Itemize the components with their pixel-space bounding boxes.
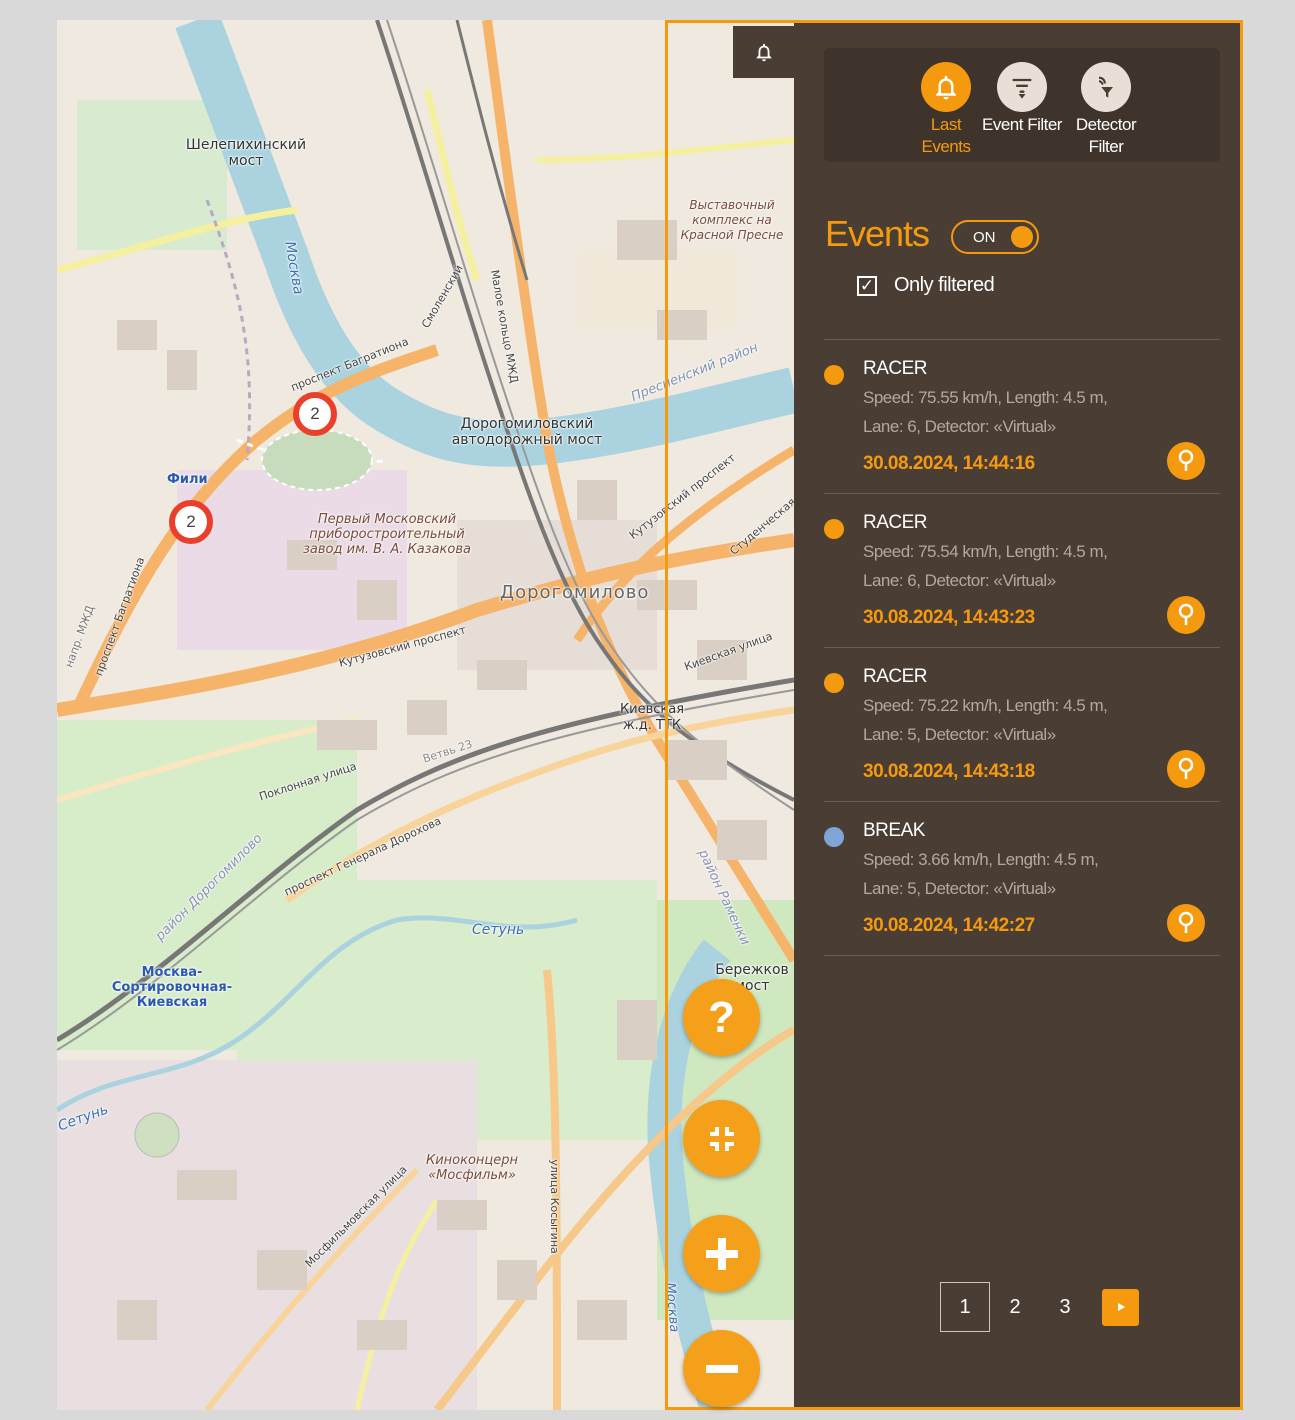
tab-detector-filter[interactable]: Detector Filter [1066,62,1146,158]
event-details: Lane: 6, Detector: «Virtual» [863,417,1056,436]
map-label: улица Косыгина [547,1159,561,1254]
map-label: Дорогомиловский автодорожный мост [451,416,603,448]
event-item[interactable]: RACER Speed: 75.55 km/h, Length: 4.5 m, … [824,340,1220,493]
map-pin-icon [1178,603,1194,625]
detector-filter-icon [1081,62,1131,112]
map-label: Выставочный комплекс на Красной Пресне [680,198,784,242]
next-page-button[interactable] [1102,1288,1139,1326]
locate-on-map-button[interactable] [1167,904,1205,942]
zoom-out-button[interactable] [683,1330,760,1407]
locate-on-map-button[interactable] [1167,442,1205,480]
event-type: RACER [863,666,928,687]
page-button[interactable]: 2 [990,1282,1040,1332]
event-details: Speed: 75.55 km/h, Length: 4.5 m, [863,388,1108,407]
filter-list-icon [997,62,1047,112]
event-details: Lane: 5, Detector: «Virtual» [863,879,1056,898]
event-time: 30.08.2024, 14:43:23 [863,607,1035,628]
event-status-dot [824,827,844,847]
map-pin-icon [1178,449,1194,471]
event-list: RACER Speed: 75.55 km/h, Length: 4.5 m, … [824,339,1220,956]
event-item[interactable]: BREAK Speed: 3.66 km/h, Length: 4.5 m, L… [824,802,1220,955]
play-arrow-icon [1117,1303,1125,1311]
toggle-label: ON [973,229,996,246]
panel-title: Events [825,213,930,254]
map-pin-icon [1178,911,1194,933]
map-label: Шелепихинский мост [185,137,307,169]
locate-on-map-button[interactable] [1167,750,1205,788]
event-type: BREAK [863,820,925,841]
event-item[interactable]: RACER Speed: 75.22 km/h, Length: 4.5 m, … [824,648,1220,801]
tab-label: Event Filter [982,115,1062,134]
event-status-dot [824,519,844,539]
divider [824,955,1220,956]
bell-icon [921,62,971,112]
only-filtered-checkbox[interactable]: ✓ Only filtered [857,274,995,297]
fit-bounds-button[interactable] [683,1100,760,1177]
page-button[interactable]: 3 [1040,1282,1090,1332]
event-type: RACER [863,358,928,379]
help-button[interactable]: ? [683,979,760,1056]
minus-icon [705,1364,738,1373]
locate-on-map-button[interactable] [1167,596,1205,634]
map-cluster-marker[interactable]: 2 [169,500,213,544]
map-label: Фили [167,472,208,487]
event-status-dot [824,365,844,385]
event-details: Speed: 75.54 km/h, Length: 4.5 m, [863,542,1108,561]
panel-toggle-button[interactable] [733,26,794,78]
map-label: Киевская ж.д. ТТК [619,702,685,733]
event-type: RACER [863,512,928,533]
zoom-in-button[interactable] [683,1215,760,1292]
events-toggle[interactable]: ON [951,220,1039,254]
event-time: 30.08.2024, 14:42:27 [863,915,1035,936]
event-time: 30.08.2024, 14:44:16 [863,453,1035,474]
map-label: Киноконцерн «Мосфильм» [425,1153,519,1183]
tab-label: Last Events [921,115,971,156]
map-label: Дорогомилово [500,582,650,603]
tab-last-events[interactable]: Last Events [906,62,986,158]
pagination: 1 2 3 [940,1282,1139,1332]
event-item[interactable]: RACER Speed: 75.54 km/h, Length: 4.5 m, … [824,494,1220,647]
event-details: Lane: 6, Detector: «Virtual» [863,571,1056,590]
map-label: Сетунь [472,922,525,938]
fullscreen-exit-icon [709,1126,734,1151]
page-button-current[interactable]: 1 [940,1282,990,1332]
only-filtered-label: Only filtered [894,274,995,296]
checkbox-checked-icon: ✓ [857,275,877,296]
map-pin-icon [1178,757,1194,779]
bell-icon [756,43,771,62]
map-label: Первый Московский приборостроительный за… [303,512,471,557]
map-view[interactable]: Шелепихинский мост Москва Выставочный ко… [57,20,794,1410]
event-time: 30.08.2024, 14:43:18 [863,761,1035,782]
tab-event-filter[interactable]: Event Filter [982,62,1062,136]
toggle-knob [1011,226,1033,248]
tab-label: Detector Filter [1075,115,1137,156]
event-details: Speed: 3.66 km/h, Length: 4.5 m, [863,850,1099,869]
map-cluster-marker[interactable]: 2 [293,392,337,436]
plus-icon [705,1237,738,1270]
events-panel: Last Events Event Filter Detector Filter… [794,20,1240,1410]
event-details: Speed: 75.22 km/h, Length: 4.5 m, [863,696,1108,715]
event-status-dot [824,673,844,693]
map-label: Москва-Сортировочная-Киевская [111,965,233,1010]
panel-tabs: Last Events Event Filter Detector Filter [824,48,1220,162]
event-details: Lane: 5, Detector: «Virtual» [863,725,1056,744]
